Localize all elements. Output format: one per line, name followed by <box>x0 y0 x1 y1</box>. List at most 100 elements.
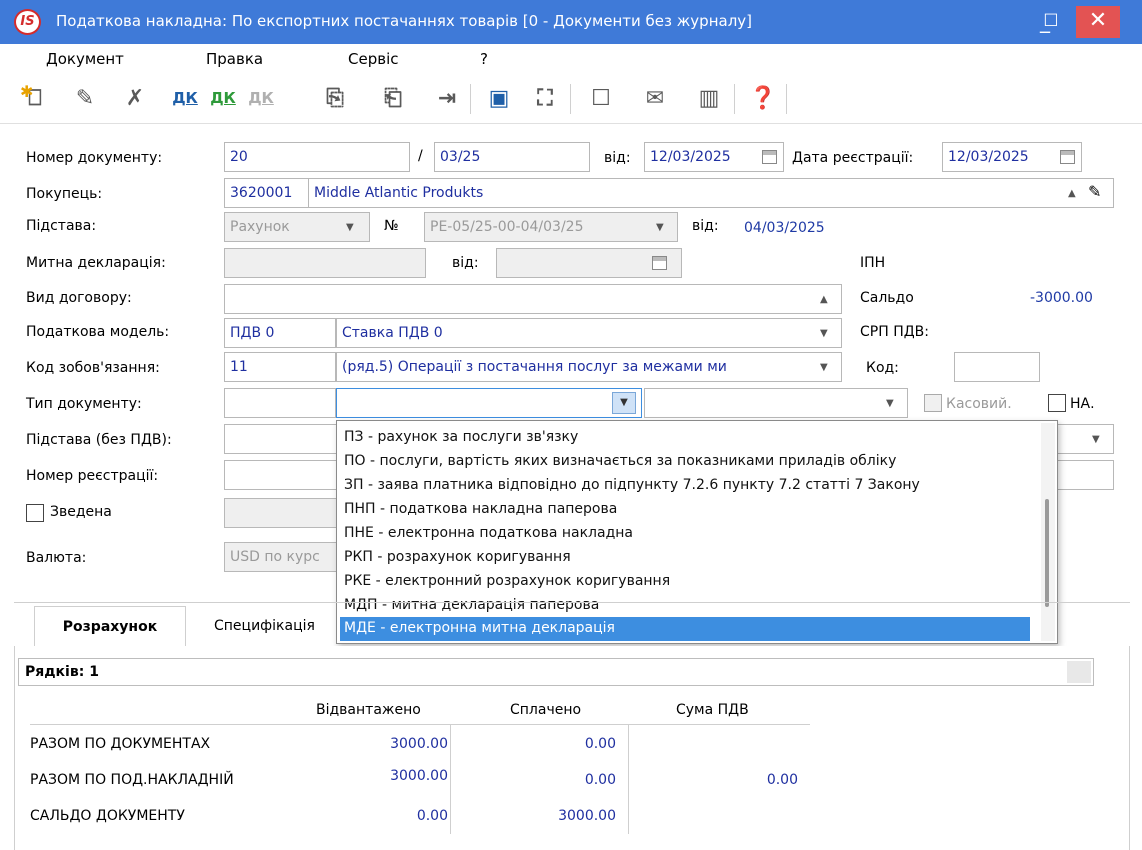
table-cell: 0.00 <box>416 808 448 824</box>
customs-date-label: від: <box>452 255 479 271</box>
dropdown-option[interactable]: РКП - розрахунок коригування <box>340 546 1030 570</box>
column-header-shipped: Відвантажено <box>316 702 421 718</box>
dk-entries-icon[interactable]: ДК <box>168 82 202 114</box>
dropdown-scrollbar[interactable] <box>1041 423 1055 641</box>
doc-type-select[interactable] <box>336 388 642 418</box>
tab-calculation[interactable]: Розрахунок <box>34 606 186 646</box>
doc-number-separator: / <box>418 148 423 164</box>
mail-icon[interactable]: ✉ <box>638 82 672 114</box>
menu-service[interactable]: Сервіс <box>348 50 398 68</box>
obligation-select[interactable]: (ряд.5) Операції з постачання послуг за … <box>336 352 842 382</box>
tab-panel-border <box>14 602 1130 603</box>
column-header-paid: Сплачено <box>510 702 582 718</box>
basis-no-vat-field[interactable] <box>224 424 338 454</box>
chevron-up-icon[interactable]: ▲ <box>1068 188 1076 199</box>
chevron-down-icon[interactable]: ▼ <box>820 362 828 373</box>
tab-specification[interactable]: Специфікація <box>214 606 315 646</box>
maximize-button[interactable]: ☐ <box>1036 6 1066 38</box>
chevron-down-icon[interactable]: ▼ <box>612 392 636 414</box>
app-logo-icon: IS <box>14 9 41 35</box>
rows-count-label: Рядків: 1 <box>25 664 99 680</box>
help-icon[interactable]: ❓ <box>746 82 780 114</box>
reg-number-label: Номер реєстрації: <box>26 468 159 484</box>
column-header-vat: Сума ПДВ <box>676 702 749 718</box>
consolidated-checkbox[interactable] <box>26 504 44 522</box>
doc-number-suffix-field[interactable]: 03/25 <box>434 142 590 172</box>
toolbar-separator <box>786 84 787 114</box>
basis-date-label: від: <box>692 218 719 234</box>
title-bar: IS Податкова накладна: По експортних пос… <box>0 0 1142 44</box>
calendar-icon[interactable] <box>1060 150 1075 164</box>
menu-bar: Документ Правка Сервіс ? <box>0 44 1142 72</box>
paste-doc-icon[interactable]: ⎗ <box>376 82 410 114</box>
calendar-icon[interactable] <box>762 150 777 164</box>
copy-doc-icon[interactable]: ⎘ <box>318 82 352 114</box>
obligation-code-field[interactable]: 11 <box>224 352 336 382</box>
tree-icon[interactable]: ⛶ <box>528 82 562 114</box>
menu-help[interactable]: ? <box>480 50 488 68</box>
chevron-down-icon[interactable]: ▼ <box>886 398 894 409</box>
form-icon[interactable]: ☐ <box>584 82 618 114</box>
na-checkbox[interactable] <box>1048 394 1066 412</box>
save-icon[interactable]: ▣ <box>482 82 516 114</box>
doc-type-dropdown: ПЗ - рахунок за послуги зв'язку ПО - пос… <box>336 420 1058 644</box>
reg-number-field[interactable] <box>224 460 338 490</box>
new-doc-icon[interactable]: ✱ ⎕ <box>18 82 52 114</box>
consolidated-field[interactable] <box>224 498 338 528</box>
doc-type-code-field[interactable] <box>224 388 336 418</box>
basis-date-value: 04/03/2025 <box>744 220 825 236</box>
tax-model-code-field[interactable]: ПДВ 0 <box>224 318 336 348</box>
menu-edit[interactable]: Правка <box>206 50 263 68</box>
pencil-icon[interactable]: ✎ <box>1088 182 1101 201</box>
dropdown-option[interactable]: ЗП - заява платника відповідно до підпун… <box>340 474 1030 498</box>
dropdown-option[interactable]: РКЕ - електронний розрахунок коригування <box>340 570 1030 594</box>
buyer-name-field[interactable]: Middle Atlantic Produkts <box>308 178 1114 208</box>
export-icon[interactable]: ⇥ <box>430 82 464 114</box>
dk-unpost-icon[interactable]: ДК <box>244 82 278 114</box>
tax-model-select[interactable]: Ставка ПДВ 0 <box>336 318 842 348</box>
balance-label: Сальдо <box>860 290 914 306</box>
close-button[interactable]: ✕ <box>1076 6 1120 38</box>
table-cell: 3000.00 <box>558 808 616 824</box>
cash-checkbox[interactable] <box>924 394 942 412</box>
buyer-code-field[interactable]: 3620001 <box>224 178 314 208</box>
table-divider <box>628 724 629 834</box>
doc-number-label: Номер документу: <box>26 150 163 166</box>
chevron-down-icon[interactable]: ▼ <box>346 222 354 233</box>
chevron-down-icon[interactable]: ▼ <box>820 328 828 339</box>
buyer-label: Покупець: <box>26 186 103 202</box>
toolbar: ✱ ⎕ ✎ ✗ ДК ДК ДК ⎘ ⎗ ⇥ ▣ ⛶ ☐ ✉ ▥ ❓ <box>0 72 1142 124</box>
reg-number-extra-field[interactable] <box>1052 460 1114 490</box>
table-cell: 3000.00 <box>390 768 448 784</box>
dropdown-option-selected[interactable]: МДЕ - електронна митна декларація <box>340 617 1030 641</box>
currency-field[interactable]: USD по курс <box>224 542 338 572</box>
customs-field[interactable] <box>224 248 426 278</box>
reg-date-label: Дата реєстрації: <box>792 150 914 166</box>
basis-no-vat-select[interactable] <box>1052 424 1114 454</box>
dk-post-icon[interactable]: ДК <box>206 82 240 114</box>
code-field[interactable] <box>954 352 1040 382</box>
rows-count-bar: Рядків: 1 <box>18 658 1094 686</box>
menu-document[interactable]: Документ <box>46 50 124 68</box>
table-cell: 0.00 <box>584 772 616 788</box>
table-divider <box>450 724 451 834</box>
balance-value: -3000.00 <box>1030 290 1093 306</box>
scrollbar-thumb[interactable] <box>1045 499 1049 607</box>
doc-number-field[interactable]: 20 <box>224 142 410 172</box>
dropdown-option[interactable]: ПЗ - рахунок за послуги зв'язку <box>340 426 1030 450</box>
dropdown-option[interactable]: ПНП - податкова накладна паперова <box>340 498 1030 522</box>
chevron-down-icon[interactable]: ▼ <box>1092 434 1100 445</box>
contract-type-field[interactable] <box>224 284 842 314</box>
dropdown-option[interactable]: ПНЕ - електронна податкова накладна <box>340 522 1030 546</box>
delete-doc-icon[interactable]: ✗ <box>118 82 152 114</box>
dropdown-option[interactable]: МДП - митна декларація паперова <box>340 594 1030 618</box>
library-icon[interactable]: ▥ <box>692 82 726 114</box>
calendar-icon[interactable] <box>652 256 667 270</box>
edit-doc-icon[interactable]: ✎ <box>68 82 102 114</box>
basis-number-select[interactable]: РЕ-05/25-00-04/03/25 <box>424 212 678 242</box>
chevron-down-icon[interactable]: ▼ <box>656 222 664 233</box>
doc-subtype-select[interactable] <box>644 388 908 418</box>
dropdown-option[interactable]: ПО - послуги, вартість яких визначається… <box>340 450 1030 474</box>
chevron-up-icon[interactable]: ▲ <box>820 294 828 305</box>
ipn-label: ІПН <box>860 255 886 271</box>
